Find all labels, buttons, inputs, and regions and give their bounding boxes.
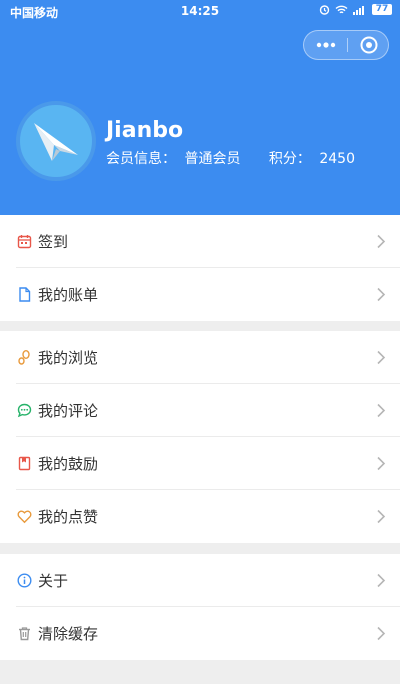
menu-group-account: 签到 我的账单 (0, 215, 400, 321)
member-label: 会员信息： (106, 151, 176, 167)
member-level: 普通会员 (184, 151, 241, 167)
chevron-right-icon (377, 234, 386, 249)
menu-group-settings: 关于 清除缓存 (0, 554, 400, 660)
menu-item-comments[interactable]: 我的评论 (0, 384, 400, 437)
chevron-right-icon (377, 626, 386, 641)
bookmark-icon (18, 456, 31, 471)
more-button[interactable] (304, 31, 347, 59)
menu-item-about[interactable]: 关于 (0, 554, 400, 607)
chevron-right-icon (377, 456, 386, 471)
menu-item-likes[interactable]: 我的点赞 (0, 490, 400, 543)
info-icon (17, 573, 32, 588)
chevron-right-icon (377, 573, 386, 588)
menu-item-encouragement[interactable]: 我的鼓励 (0, 437, 400, 490)
menu-item-history[interactable]: 我的浏览 (0, 331, 400, 384)
chevron-right-icon (377, 287, 386, 302)
menu-item-label: 我的鼓励 (38, 455, 99, 473)
miniprogram-capsule (303, 30, 389, 60)
alarm-icon (319, 5, 330, 15)
chevron-right-icon (377, 403, 386, 418)
points-label: 积分： (268, 151, 311, 167)
footprint-icon (18, 350, 30, 365)
target-icon (360, 36, 377, 54)
menu-item-label: 关于 (38, 572, 69, 590)
menu-item-label: 清除缓存 (38, 625, 99, 643)
trash-icon (19, 627, 30, 641)
menu-item-bills[interactable]: 我的账单 (0, 268, 400, 321)
signal-icon (353, 5, 364, 15)
menu-item-clear-cache[interactable]: 清除缓存 (0, 607, 400, 660)
status-bar: 中国移动 14:25 77 (0, 0, 400, 24)
document-icon (19, 287, 31, 302)
paper-plane-icon (34, 123, 78, 161)
status-icons: 77 (319, 4, 392, 15)
comment-icon (17, 403, 32, 418)
chevron-right-icon (377, 509, 386, 524)
wifi-icon (335, 5, 348, 13)
menu-item-label: 我的点赞 (38, 508, 99, 526)
points-value: 2450 (319, 151, 355, 167)
username: Jianbo (106, 118, 184, 143)
heart-icon (17, 510, 32, 524)
menu-item-label: 签到 (38, 233, 69, 251)
member-info: 会员信息： 普通会员 积分： 2450 (106, 148, 359, 168)
menu-item-label: 我的账单 (38, 286, 99, 304)
more-dots-icon (316, 42, 335, 48)
calendar-icon (17, 235, 32, 249)
avatar[interactable] (16, 101, 96, 181)
profile-header: 中国移动 14:25 77 Jianbo 会员信息： 普通会员 积分： 2450 (0, 0, 400, 215)
menu-group-activity: 我的浏览 我的评论 我的鼓励 我的点赞 (0, 331, 400, 543)
close-miniprogram-button[interactable] (348, 31, 389, 59)
chevron-right-icon (377, 350, 386, 365)
menu-item-checkin[interactable]: 签到 (0, 215, 400, 268)
menu-item-label: 我的评论 (38, 402, 99, 420)
menu-item-label: 我的浏览 (38, 349, 99, 367)
battery-icon: 77 (372, 4, 392, 15)
